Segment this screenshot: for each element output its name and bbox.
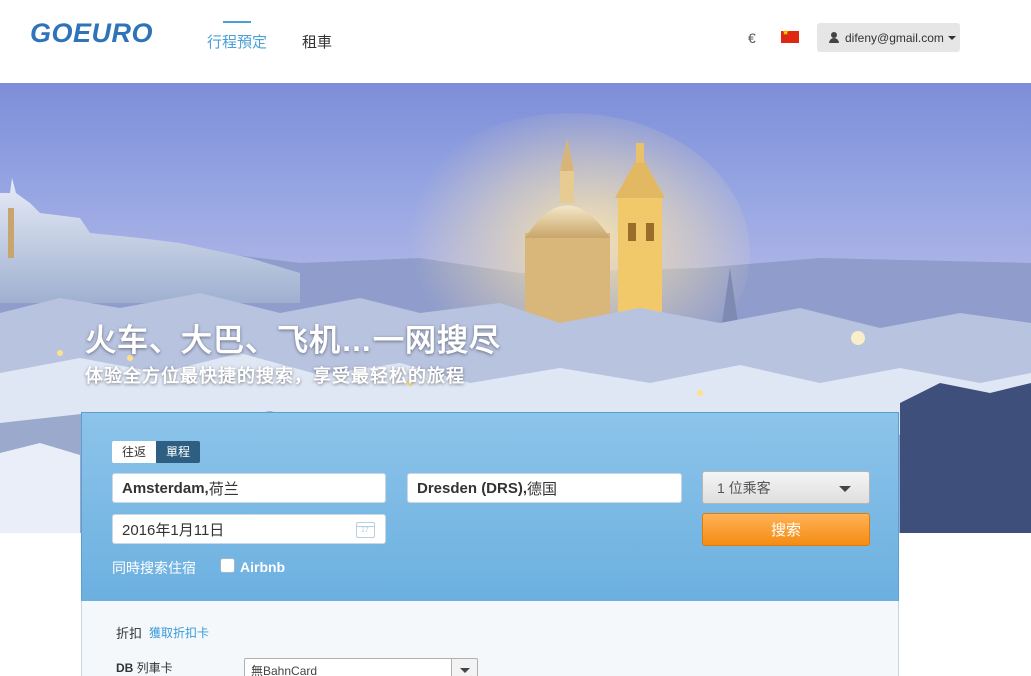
trip-oneway-button[interactable]: 單程	[156, 441, 201, 463]
airbnb-label[interactable]: Airbnb	[240, 559, 285, 575]
destination-city: Dresden (DRS),	[417, 479, 528, 497]
departure-date: 2016年1月11日	[122, 521, 225, 539]
discount-panel: 折扣 獲取折扣卡 DB 列車卡 無BahnCard	[81, 601, 899, 676]
currency-selector[interactable]: €	[748, 30, 756, 46]
origin-input[interactable]: Amsterdam, 荷兰	[112, 473, 386, 503]
page: GOEURO 行程預定 租車 € difeny@gmail.com	[0, 0, 1031, 676]
passengers-value: 1 位乘客	[717, 479, 771, 496]
trip-roundtrip-button[interactable]: 往返	[112, 441, 157, 463]
bahncard-value: 無BahnCard	[251, 664, 318, 676]
destination-country: 德国	[527, 480, 558, 498]
bahncard-select[interactable]: 無BahnCard	[244, 658, 478, 676]
top-header: GOEURO 行程預定 租車 € difeny@gmail.com	[0, 0, 1031, 83]
departure-date-input[interactable]: 2016年1月11日	[112, 514, 386, 544]
chevron-down-icon	[839, 486, 851, 492]
logo-text: GOEURO	[30, 18, 154, 48]
db-label-rest: 列車卡	[133, 661, 173, 675]
search-panel: 往返 單程 Amsterdam, 荷兰 Dresden (DRS), 德国 20…	[81, 412, 899, 602]
chevron-down-icon	[947, 35, 956, 40]
trip-type-toggle: 往返 單程	[112, 441, 201, 463]
passengers-dropdown[interactable]: 1 位乘客	[702, 471, 870, 504]
user-icon	[828, 31, 840, 44]
get-discount-card-link[interactable]: 獲取折扣卡	[149, 624, 209, 641]
search-button[interactable]: 搜索	[702, 513, 870, 546]
goeuro-logo[interactable]: GOEURO	[30, 18, 153, 49]
chevron-down-icon	[451, 659, 477, 676]
destination-input[interactable]: Dresden (DRS), 德国	[407, 473, 682, 503]
search-accommodation-label: 同時搜索住宿	[112, 560, 196, 576]
china-flag-icon[interactable]	[781, 28, 799, 43]
origin-city: Amsterdam,	[122, 479, 209, 497]
tab-car-rental[interactable]: 租車	[302, 31, 332, 52]
db-railcard-label: DB 列車卡	[116, 659, 173, 676]
hero-title: 火车、大巴、飞机…一网搜尽	[85, 323, 501, 358]
airbnb-checkbox[interactable]	[220, 558, 235, 573]
user-menu-button[interactable]: difeny@gmail.com	[817, 23, 960, 52]
user-email: difeny@gmail.com	[845, 30, 944, 45]
db-label-bold: DB	[116, 661, 134, 675]
calendar-icon[interactable]	[356, 522, 375, 538]
tab-trip-booking[interactable]: 行程預定	[207, 21, 267, 52]
discount-label: 折扣	[116, 626, 143, 641]
origin-country: 荷兰	[208, 480, 239, 498]
hero-subtitle: 体验全方位最快捷的搜索，享受最轻松的旅程	[85, 366, 465, 386]
